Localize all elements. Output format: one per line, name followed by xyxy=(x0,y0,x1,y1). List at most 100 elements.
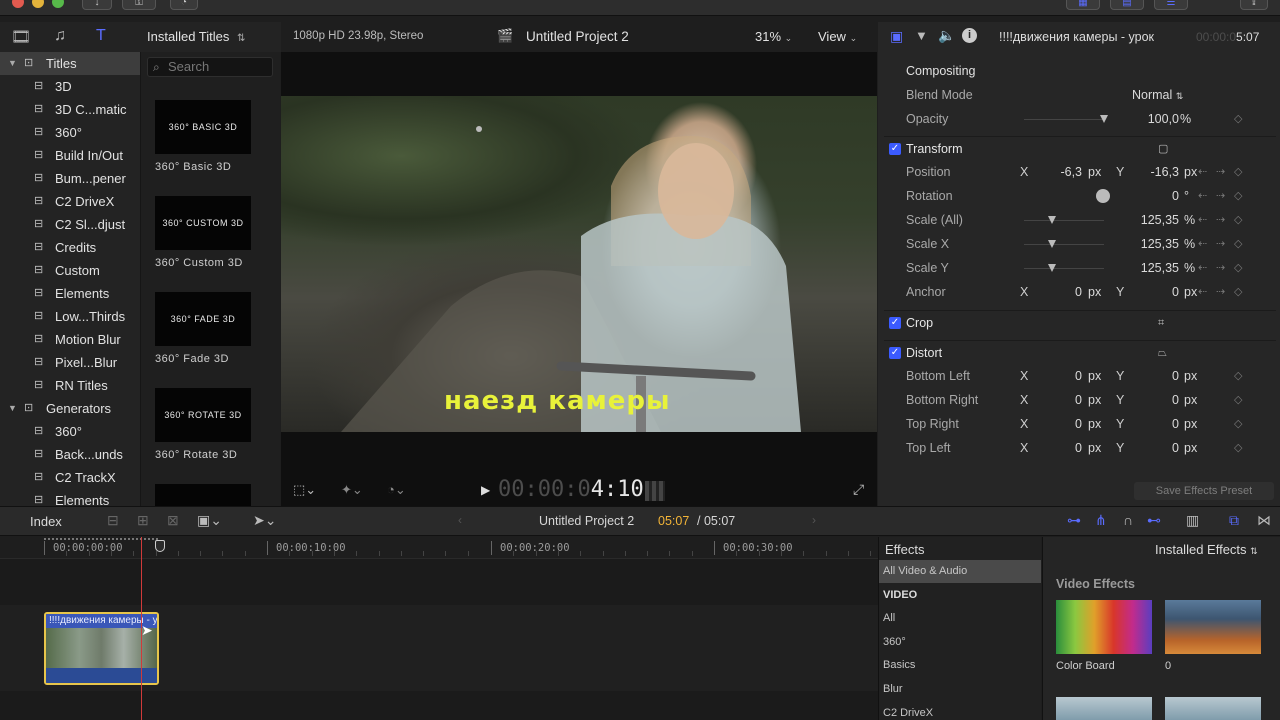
crop-checkbox[interactable]: ✓ xyxy=(889,317,901,329)
effects-browser-icon[interactable]: ⧉ xyxy=(1229,512,1239,529)
insert-clip-icon[interactable]: ⊞ xyxy=(137,512,149,529)
keyframe-diamond-icon[interactable]: ◇ xyxy=(1234,280,1242,304)
title-thumbnail[interactable]: 360° FADE 3D xyxy=(155,292,251,346)
effects-category-item[interactable]: Blur xyxy=(879,678,1041,701)
search-field[interactable]: ⌕ Search xyxy=(147,57,273,77)
rotation-dial-icon[interactable] xyxy=(1096,189,1110,203)
info-icon[interactable]: i xyxy=(962,28,977,43)
transform-onscreen-icon[interactable]: ▢ xyxy=(1158,137,1168,161)
index-button[interactable]: Index xyxy=(30,514,62,529)
next-keyframe-arrow-icon[interactable]: ⇢ xyxy=(1216,280,1225,304)
scale-y-slider-knob[interactable] xyxy=(1048,264,1056,272)
library-item-row[interactable]: ⊟ C2 TrackX xyxy=(0,466,140,489)
opacity-slider[interactable] xyxy=(1024,115,1108,123)
timeline[interactable]: 00:00:00:00 00:00:10:00 00:00:20:00 00:00:3… xyxy=(0,537,878,720)
library-item-row[interactable]: ⊟ Elements xyxy=(0,489,140,506)
audio-inspector-icon[interactable]: 🔈 xyxy=(938,27,955,44)
snapping-icon[interactable]: ⊷ xyxy=(1147,512,1161,529)
distort-onscreen-icon[interactable]: ⏢ xyxy=(1158,341,1167,365)
overwrite-clip-menu[interactable]: ▣⌄ xyxy=(197,512,222,529)
position-y-value[interactable]: -16,3 xyxy=(1129,160,1180,184)
titles-dropdown[interactable]: Installed Titles ⇅ xyxy=(147,29,245,44)
effects-category-item[interactable]: Basics xyxy=(879,654,1041,677)
library-item-row[interactable]: ⊟ C2 Sl...djust xyxy=(0,213,140,236)
play-button[interactable]: ▶ xyxy=(481,483,490,497)
installed-effects-dropdown[interactable]: Installed Effects ⇅ xyxy=(1155,542,1258,557)
reset-arrow-icon[interactable]: ⇠ xyxy=(1198,208,1207,232)
close-window-button[interactable] xyxy=(12,0,24,8)
keyframe-diamond-icon[interactable]: ◇ xyxy=(1234,208,1242,232)
crop-onscreen-icon[interactable]: ⌗ xyxy=(1158,311,1164,335)
library-item-row[interactable]: ⊟ 360° xyxy=(0,121,140,144)
next-keyframe-arrow-icon[interactable]: ⇢ xyxy=(1216,208,1225,232)
anchor-x-value[interactable]: 0 xyxy=(1034,280,1082,304)
back-arrow-icon[interactable]: ‹ xyxy=(458,513,462,527)
library-item-row[interactable]: ⊟ Low...Thirds xyxy=(0,305,140,328)
library-item-row[interactable]: ⊟ Motion Blur xyxy=(0,328,140,351)
reset-arrow-icon[interactable]: ⇠ xyxy=(1198,280,1207,304)
viewer[interactable]: наезд камеры ⬚⌄ ✦⌄ ◔⌄ ▶ 00:00:04:10 ⤢ xyxy=(281,52,877,506)
library-item-row[interactable]: ⊟ C2 DriveX xyxy=(0,190,140,213)
filter-icon[interactable]: ▼ xyxy=(915,28,928,43)
scale-x-slider-knob[interactable] xyxy=(1048,240,1056,248)
speed-menu[interactable]: ◔⌄ xyxy=(387,482,406,498)
next-keyframe-arrow-icon[interactable]: ⇢ xyxy=(1216,184,1225,208)
opacity-value[interactable]: 100,0 xyxy=(1129,107,1179,131)
scale-all-slider[interactable] xyxy=(1024,216,1104,224)
scale-x-value[interactable]: 125,35 xyxy=(1129,232,1179,256)
library-item-row[interactable]: ⊟ Elements xyxy=(0,282,140,305)
timeline-ruler[interactable]: 00:00:00:00 00:00:10:00 00:00:20:00 00:00:3… xyxy=(0,537,878,559)
title-thumbnail[interactable]: 360° BASIC 3D xyxy=(155,100,251,154)
show-browser-button[interactable]: ▦ xyxy=(1066,0,1100,10)
next-keyframe-arrow-icon[interactable]: ⇢ xyxy=(1216,256,1225,280)
disclosure-triangle-icon[interactable]: ▼ xyxy=(8,52,17,75)
keyframe-diamond-icon[interactable]: ◇ xyxy=(1234,107,1242,131)
position-x-value[interactable]: -6,3 xyxy=(1034,160,1082,184)
disclosure-triangle-icon[interactable]: ▼ xyxy=(8,397,17,420)
effect-thumb-landscape[interactable] xyxy=(1165,600,1261,654)
top-left-y-value[interactable]: 0 xyxy=(1129,436,1179,460)
reset-arrow-icon[interactable]: ⇠ xyxy=(1198,184,1207,208)
append-clip-icon[interactable]: ⊠ xyxy=(167,512,179,529)
reset-arrow-icon[interactable]: ⇠ xyxy=(1198,232,1207,256)
audio-skimming-icon[interactable]: ⋔ xyxy=(1095,512,1107,529)
minimize-window-button[interactable] xyxy=(32,0,44,8)
bottom-right-y-value[interactable]: 0 xyxy=(1129,388,1179,412)
show-inspector-button[interactable]: ☰ xyxy=(1154,0,1188,10)
library-item-row[interactable]: ⊟ Back...unds xyxy=(0,443,140,466)
keywords-button[interactable]: ⚿ xyxy=(122,0,156,10)
zoom-window-button[interactable] xyxy=(52,0,64,8)
top-right-x-value[interactable]: 0 xyxy=(1034,412,1082,436)
top-right-y-value[interactable]: 0 xyxy=(1129,412,1179,436)
forward-arrow-icon[interactable]: › xyxy=(812,513,816,527)
next-keyframe-arrow-icon[interactable]: ⇢ xyxy=(1216,232,1225,256)
transform-tool-menu[interactable]: ⬚⌄ xyxy=(293,482,316,498)
solo-icon[interactable]: ∩ xyxy=(1123,512,1133,528)
keyframe-diamond-icon[interactable]: ◇ xyxy=(1234,184,1242,208)
title-thumbnail[interactable]: 360° CUSTOM 3D xyxy=(155,196,251,250)
anchor-y-value[interactable]: 0 xyxy=(1129,280,1179,304)
libraries-icon[interactable]: 🎞 xyxy=(11,27,31,47)
effects-category-item[interactable]: C2 DriveX xyxy=(879,702,1041,720)
rotation-value[interactable]: 0 xyxy=(1129,184,1179,208)
keyframe-diamond-icon[interactable]: ◇ xyxy=(1234,160,1242,184)
library-item-row[interactable]: ⊟ 3D C...matic xyxy=(0,98,140,121)
photos-audio-icon[interactable]: ♫ xyxy=(54,27,66,45)
library-category-row[interactable]: ▼ ⊡ Generators xyxy=(0,397,140,420)
effects-category-item[interactable]: 360° xyxy=(879,631,1041,654)
effect-thumb-mountains[interactable] xyxy=(1056,697,1152,720)
library-item-row[interactable]: ⊟ Pixel...Blur xyxy=(0,351,140,374)
keyframe-diamond-icon[interactable]: ◇ xyxy=(1234,412,1242,436)
effect-thumb-mountains[interactable] xyxy=(1165,697,1261,720)
library-item-row[interactable]: ⊟ Build In/Out xyxy=(0,144,140,167)
show-timeline-button[interactable]: ▤ xyxy=(1110,0,1144,10)
fullscreen-icon[interactable]: ⤢ xyxy=(853,481,864,498)
blend-mode-popup[interactable]: Normal ⇅ xyxy=(1132,83,1183,108)
library-item-row[interactable]: ⊟ 3D xyxy=(0,75,140,98)
scale-all-value[interactable]: 125,35 xyxy=(1129,208,1179,232)
transitions-browser-icon[interactable]: ⋈ xyxy=(1257,512,1271,529)
effects-category-item[interactable]: All xyxy=(879,607,1041,630)
keyframe-diamond-icon[interactable]: ◇ xyxy=(1234,436,1242,460)
skimming-icon[interactable]: ⊶ xyxy=(1067,512,1081,529)
library-item-row[interactable]: ⊟ Custom xyxy=(0,259,140,282)
